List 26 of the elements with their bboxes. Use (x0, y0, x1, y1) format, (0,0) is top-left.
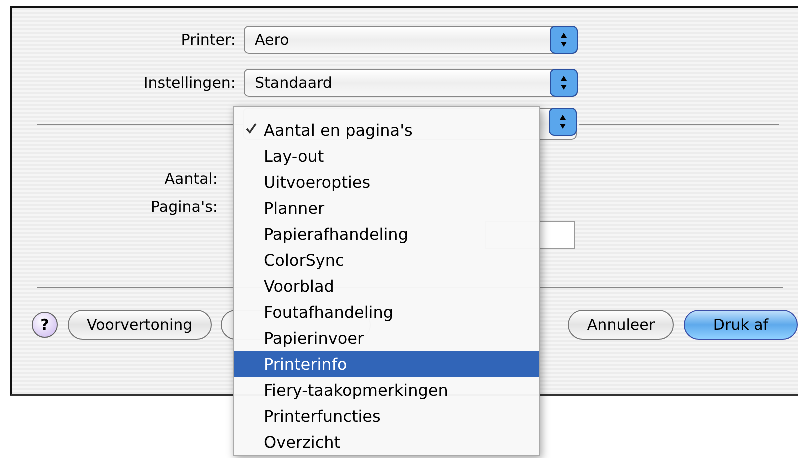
popup-arrows-icon (549, 108, 577, 136)
menu-item[interactable]: Voorblad (234, 273, 539, 299)
menu-item[interactable]: Aantal en pagina's (234, 117, 539, 143)
menu-item[interactable]: Uitvoeropties (234, 169, 539, 195)
pages-label: Pagina's: (150, 198, 219, 216)
menu-item[interactable]: Foutafhandeling (234, 299, 539, 325)
popup-arrows-icon (550, 69, 578, 97)
menu-item[interactable]: ColorSync (234, 247, 539, 273)
settings-popup[interactable]: Standaard (244, 69, 578, 97)
menu-item[interactable]: Papierafhandeling (234, 221, 539, 247)
print-button[interactable]: Druk af (684, 310, 798, 340)
popup-arrows-icon (550, 26, 578, 54)
menu-item[interactable]: Fiery-taakopmerkingen (234, 377, 539, 403)
menu-item[interactable]: Papierinvoer (234, 325, 539, 351)
menu-item[interactable]: Printerfuncties (234, 403, 539, 429)
help-button[interactable]: ? (32, 312, 58, 338)
settings-label: Instellingen: (142, 74, 237, 92)
menu-item[interactable]: Lay-out (234, 143, 539, 169)
menu-item[interactable]: Planner (234, 195, 539, 221)
dialog-button[interactable]: Annuleer (568, 310, 674, 340)
menu-item[interactable]: Printerinfo (234, 351, 539, 377)
dialog-button[interactable]: Voorvertoning (68, 310, 212, 340)
printer-label: Printer: (180, 31, 237, 49)
copies-label: Aantal: (164, 170, 219, 188)
menu-item[interactable]: Overzicht (234, 429, 539, 455)
printer-popup[interactable]: Aero (244, 26, 578, 54)
